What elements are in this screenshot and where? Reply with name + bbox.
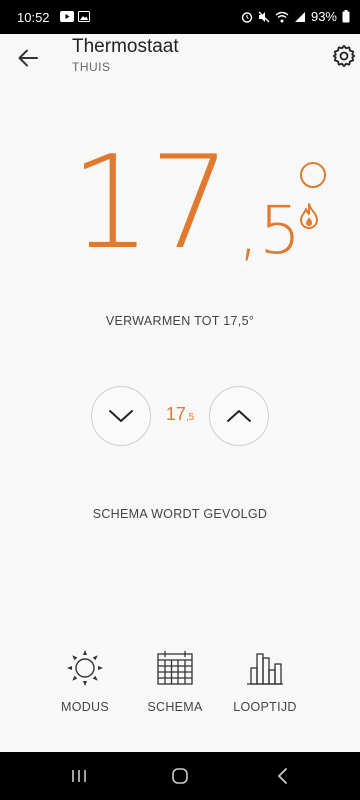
nav-looptijd-label: LOOPTIJD [233,700,297,714]
system-status-icons: 93% [241,9,350,24]
heating-status-text: VERWARMEN TOT 17,5° [105,314,255,328]
chevron-up-icon [227,410,251,422]
nav-schema-label: SCHEMA [147,700,203,714]
increase-temperature-button[interactable] [209,386,269,446]
gallery-icon [78,11,90,22]
setpoint-value: 17,5 [160,404,200,425]
app-bar: Thermostaat THUIS [0,34,360,92]
degree-icon [300,162,326,188]
home-icon [172,768,188,784]
nav-modus-label: MODUS [60,700,110,714]
status-bar: 10:52 93% [0,0,360,34]
notification-icons [60,11,90,22]
back-button[interactable] [14,44,42,72]
settings-button[interactable] [330,42,358,70]
battery-icon [342,10,350,23]
gear-icon [332,44,356,68]
nav-schema[interactable]: SCHEMA [125,648,225,714]
current-temperature: 17 ,5 [60,140,340,290]
arrow-left-icon [18,49,38,67]
status-time: 10:52 [17,10,50,25]
nav-modus[interactable]: MODUS [35,648,135,714]
bar-chart-icon [247,653,283,685]
sun-icon [67,650,103,686]
temperature-decimal: ,5 [238,192,301,269]
decrease-temperature-button[interactable] [91,386,151,446]
setpoint-integer: 17 [165,404,186,424]
flame-icon [300,203,318,229]
wifi-icon [275,11,289,22]
page-title: Thermostaat [72,36,179,57]
system-back-button[interactable] [262,764,302,788]
system-navigation-bar [0,752,360,800]
chevron-down-icon [109,410,133,422]
setpoint-decimal: ,5 [185,412,195,423]
mute-icon [258,11,270,22]
setpoint-controls: 17,5 [0,386,360,448]
calendar-icon [157,651,193,685]
schedule-status-text: SCHEMA WORDT GEVOLGD [92,507,268,521]
temperature-integer: 17 [70,129,231,278]
chevron-left-icon [278,768,287,784]
battery-percent: 93% [310,9,337,24]
signal-icon [294,11,305,22]
recent-apps-button[interactable] [59,764,99,788]
alarm-icon [241,11,253,23]
home-button[interactable] [160,764,200,788]
bottom-navigation: MODUS SCHEMA LOOPTIJD [0,648,360,718]
recent-apps-icon [72,770,86,782]
youtube-icon [60,11,74,22]
page-subtitle: THUIS [72,60,111,74]
nav-looptijd[interactable]: LOOPTIJD [215,648,315,714]
